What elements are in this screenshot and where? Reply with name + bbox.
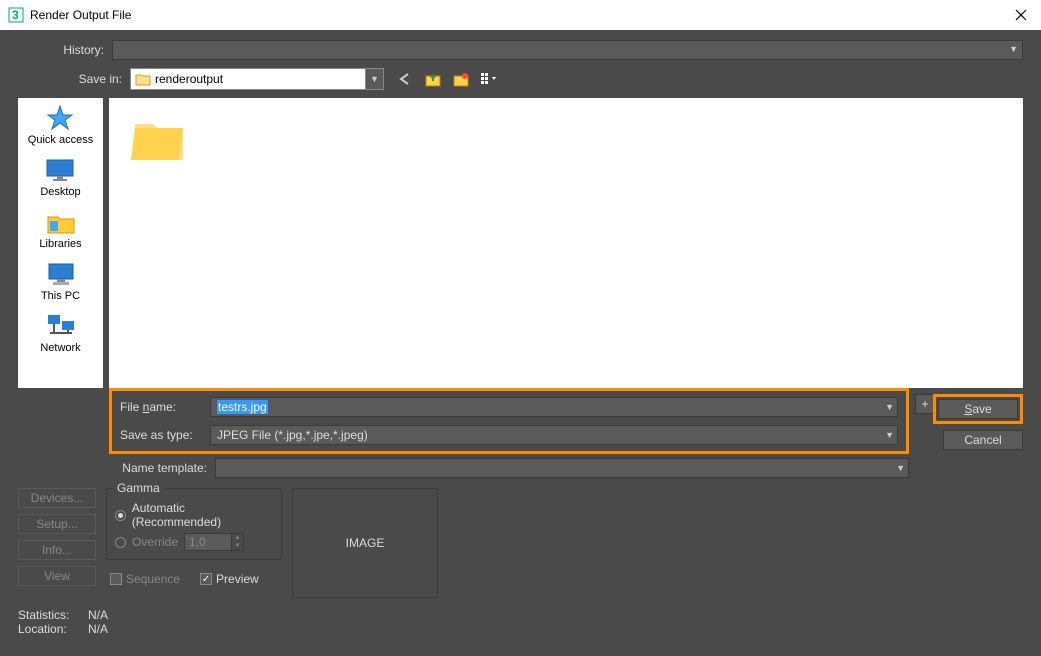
override-radio-row[interactable]: Override 1,0 ▲▼: [115, 533, 273, 551]
left-buttons: Devices... Setup... Info... View: [18, 488, 96, 598]
gamma-group: Gamma Automatic (Recommended) Override 1…: [106, 488, 282, 560]
location-label: Location:: [18, 622, 78, 636]
override-spinner[interactable]: 1,0 ▲▼: [184, 533, 244, 551]
chevron-down-icon[interactable]: ▼: [365, 69, 383, 89]
filename-highlight: File name: testrs.jpg ▼ Save as type: JP…: [109, 388, 909, 454]
statistics-value: N/A: [88, 608, 108, 622]
preview-checkbox[interactable]: [200, 573, 212, 585]
svg-text:3: 3: [12, 8, 19, 22]
gamma-legend: Gamma: [113, 481, 164, 495]
chevron-down-icon[interactable]: ▼: [885, 402, 894, 412]
template-label: Name template:: [109, 461, 215, 475]
cancel-button[interactable]: Cancel: [943, 430, 1023, 450]
sequence-check-wrap[interactable]: Sequence: [110, 572, 180, 586]
new-folder-button[interactable]: [450, 68, 472, 90]
automatic-radio-row[interactable]: Automatic (Recommended): [115, 501, 273, 529]
bottom-area: Devices... Setup... Info... View Gamma A…: [18, 488, 1023, 598]
saveas-label: Save as type:: [120, 428, 210, 442]
folder-item[interactable]: [119, 108, 199, 168]
save-button[interactable]: Save: [938, 399, 1018, 419]
savein-select[interactable]: renderoutput ▼: [130, 68, 384, 90]
plus-button[interactable]: +: [915, 394, 935, 414]
place-quick-access[interactable]: Quick access: [28, 104, 93, 146]
filename-input[interactable]: testrs.jpg ▼: [210, 397, 898, 417]
template-row: Name template: ▼: [109, 458, 909, 478]
desktop-icon: [44, 156, 76, 184]
history-row: History:: [18, 40, 1023, 60]
name-template-select[interactable]: ▼: [215, 458, 909, 478]
info-button[interactable]: Info...: [18, 540, 96, 560]
form-area: File name: testrs.jpg ▼ Save as type: JP…: [109, 388, 1023, 454]
toolbar: [394, 68, 500, 90]
window-title: Render Output File: [30, 8, 1001, 22]
view-menu-button[interactable]: [478, 68, 500, 90]
render-output-window: 3 Render Output File History: Save in: r…: [0, 0, 1041, 656]
setup-button[interactable]: Setup...: [18, 514, 96, 534]
close-button[interactable]: [1001, 0, 1041, 30]
radio-override[interactable]: [115, 537, 126, 548]
history-label: History:: [18, 43, 112, 57]
folder-icon: [129, 108, 189, 168]
chevron-down-icon[interactable]: ▼: [885, 430, 894, 440]
status-area: Statistics: N/A Location: N/A: [18, 608, 1023, 636]
history-select[interactable]: [112, 40, 1023, 60]
action-buttons: Save Cancel: [933, 394, 1023, 450]
image-preview: IMAGE: [292, 488, 438, 598]
network-icon: [45, 312, 77, 340]
places-bar: Quick access Desktop Libraries This PC N…: [18, 98, 103, 388]
save-highlight: Save: [933, 394, 1023, 424]
quick-access-icon: [44, 104, 76, 132]
view-button[interactable]: View: [18, 566, 96, 586]
savein-value: renderoutput: [155, 72, 223, 86]
place-this-pc[interactable]: This PC: [41, 260, 80, 302]
place-libraries[interactable]: Libraries: [39, 208, 81, 250]
location-value: N/A: [88, 622, 108, 636]
gamma-column: Gamma Automatic (Recommended) Override 1…: [106, 488, 282, 598]
place-network[interactable]: Network: [40, 312, 80, 354]
titlebar: 3 Render Output File: [0, 0, 1041, 30]
filename-label: File name:: [120, 400, 210, 414]
preview-check-wrap[interactable]: Preview: [200, 572, 259, 586]
radio-automatic[interactable]: [115, 510, 126, 521]
back-button[interactable]: [394, 68, 416, 90]
devices-button[interactable]: Devices...: [18, 488, 96, 508]
dialog-content: History: Save in: renderoutput ▼: [0, 30, 1041, 644]
sequence-checkbox[interactable]: [110, 573, 122, 585]
libraries-icon: [45, 208, 77, 236]
place-desktop[interactable]: Desktop: [40, 156, 80, 198]
folder-icon: [135, 72, 151, 86]
up-one-level-button[interactable]: [422, 68, 444, 90]
chevron-down-icon[interactable]: ▼: [896, 463, 905, 473]
statistics-label: Statistics:: [18, 608, 78, 622]
file-browser: Quick access Desktop Libraries This PC N…: [18, 98, 1023, 388]
savein-row: Save in: renderoutput ▼: [18, 68, 1023, 90]
app-icon: 3: [8, 7, 24, 23]
check-row: Sequence Preview: [110, 572, 282, 586]
this-pc-icon: [45, 260, 77, 288]
file-list[interactable]: [109, 98, 1023, 388]
savein-label: Save in:: [18, 72, 130, 86]
saveas-type-select[interactable]: JPEG File (*.jpg,*.jpe,*.jpeg) ▼: [210, 425, 898, 445]
